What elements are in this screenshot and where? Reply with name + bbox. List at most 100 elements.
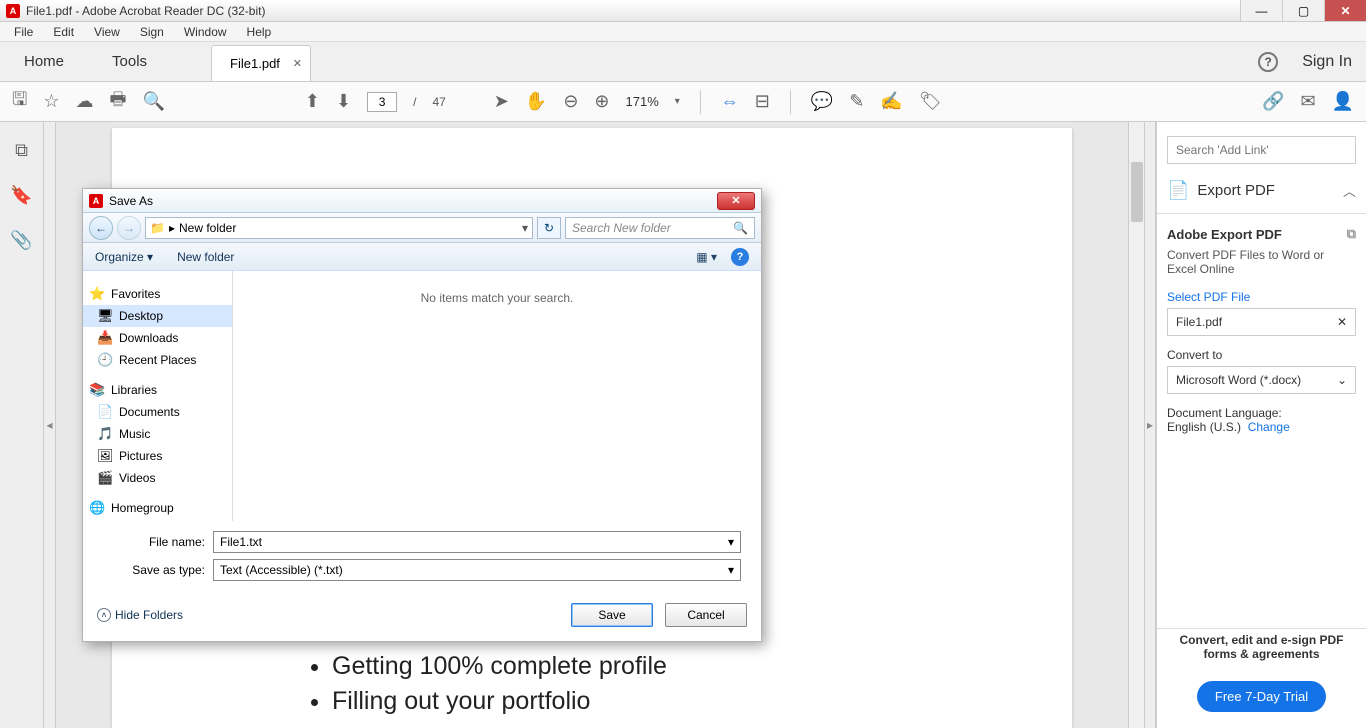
selected-file-box[interactable]: File1.pdf ✕ <box>1167 308 1356 336</box>
expand-right-handle[interactable]: ▸ <box>1144 122 1156 728</box>
breadcrumb-separator: ▸ <box>169 221 175 235</box>
free-trial-button[interactable]: Free 7-Day Trial <box>1197 681 1326 712</box>
dropdown-icon[interactable]: ▾ <box>728 563 734 577</box>
tree-homegroup[interactable]: 🌐Homegroup <box>83 497 232 519</box>
scrollbar-thumb[interactable] <box>1131 162 1143 222</box>
menu-file[interactable]: File <box>4 23 43 41</box>
clear-file-icon[interactable]: ✕ <box>1337 315 1347 329</box>
comment-icon[interactable]: 💬 <box>811 91 833 112</box>
export-brand: Adobe Export PDF <box>1167 227 1282 242</box>
star-icon: ⭐ <box>89 286 105 302</box>
bookmark-icon[interactable]: 🔖 <box>10 185 32 206</box>
read-mode-icon[interactable]: ⊟ <box>755 91 770 112</box>
breadcrumb[interactable]: 📁 ▸ New folder ▾ <box>145 217 533 239</box>
cancel-button[interactable]: Cancel <box>665 603 747 627</box>
save-as-dialog: A Save As ✕ ← → 📁 ▸ New folder ▾ ↻ Searc… <box>82 188 762 642</box>
nav-home[interactable]: Home <box>0 41 88 81</box>
filename-input[interactable]: File1.txt ▾ <box>213 531 741 553</box>
dialog-close-button[interactable]: ✕ <box>717 192 755 210</box>
export-description: Convert PDF Files to Word or Excel Onlin… <box>1167 248 1356 276</box>
tree-documents[interactable]: 📄Documents <box>83 401 232 423</box>
promo-tagline: Convert, edit and e-sign PDF forms & agr… <box>1157 629 1366 665</box>
tree-music[interactable]: 🎵Music <box>83 423 232 445</box>
magnify-icon[interactable]: 🔍 <box>142 91 164 112</box>
view-mode-button[interactable]: ▦ ▾ <box>696 250 717 264</box>
zoom-level[interactable]: 171% <box>626 94 659 109</box>
hide-folders-toggle[interactable]: ˄ Hide Folders <box>97 608 183 622</box>
tree-libraries[interactable]: 📚Libraries <box>83 379 232 401</box>
sign-in-link[interactable]: Sign In <box>1302 53 1352 71</box>
chevron-up-icon[interactable]: ︿ <box>1343 181 1356 200</box>
dialog-help-icon[interactable]: ? <box>731 248 749 266</box>
zoom-out-icon[interactable]: ⊖ <box>563 91 578 112</box>
star-icon[interactable]: ☆ <box>43 91 59 112</box>
profile-icon[interactable]: 👤 <box>1332 91 1354 112</box>
save-button[interactable]: Save <box>571 603 653 627</box>
save-icon[interactable]: 🖫 <box>12 87 27 117</box>
page-up-icon[interactable]: ⬆ <box>305 91 320 112</box>
fit-width-icon[interactable]: ⇔ <box>721 91 739 112</box>
menu-help[interactable]: Help <box>237 23 282 41</box>
menu-sign[interactable]: Sign <box>130 23 174 41</box>
nav-tools[interactable]: Tools <box>88 41 171 81</box>
tree-downloads[interactable]: 📥Downloads <box>83 327 232 349</box>
organize-menu[interactable]: Organize ▾ <box>95 250 153 264</box>
downloads-icon: 📥 <box>97 330 113 346</box>
thumbnails-icon[interactable]: ⧉ <box>15 140 28 161</box>
savetype-value: Text (Accessible) (*.txt) <box>220 563 343 577</box>
new-folder-button[interactable]: New folder <box>177 250 234 264</box>
nav-back-button[interactable]: ← <box>89 216 113 240</box>
help-icon[interactable]: ? <box>1258 52 1278 72</box>
nav-forward-button[interactable]: → <box>117 216 141 240</box>
tree-desktop[interactable]: 🖥Desktop <box>83 305 232 327</box>
search-icon: 🔍 <box>733 221 748 235</box>
stamp-icon[interactable]: 🏷 <box>919 91 942 112</box>
dropdown-icon[interactable]: ▾ <box>728 535 734 549</box>
pointer-icon[interactable]: ➤ <box>494 91 509 112</box>
copy-icon[interactable]: ⧉ <box>1347 226 1356 242</box>
mail-icon[interactable]: ✉ <box>1300 91 1315 112</box>
tree-favorites[interactable]: ⭐Favorites <box>83 283 232 305</box>
dialog-toolbar: Organize ▾ New folder ▦ ▾ ? <box>83 243 761 271</box>
print-icon[interactable]: 🖶 <box>109 87 126 117</box>
page-down-icon[interactable]: ⬇ <box>336 91 351 112</box>
zoom-dropdown-icon[interactable]: ▾ <box>675 96 680 107</box>
doc-bullet: Filling out your portfolio <box>332 687 667 716</box>
page-number-input[interactable] <box>367 92 397 112</box>
zoom-in-icon[interactable]: ⊕ <box>594 91 609 112</box>
tools-search-input[interactable] <box>1167 136 1356 164</box>
highlight-icon[interactable]: ✎ <box>849 91 864 112</box>
savetype-select[interactable]: Text (Accessible) (*.txt) ▾ <box>213 559 741 581</box>
change-language-link[interactable]: Change <box>1248 420 1290 434</box>
tree-recent[interactable]: 🕘Recent Places <box>83 349 232 371</box>
window-close-button[interactable]: ✕ <box>1324 0 1366 21</box>
file-list-area[interactable]: No items match your search. <box>233 271 761 521</box>
expand-left-handle[interactable]: ◂ <box>44 122 56 728</box>
maximize-button[interactable]: ▢ <box>1282 0 1324 21</box>
breadcrumb-dropdown-icon[interactable]: ▾ <box>522 221 528 235</box>
link-icon[interactable]: 🔗 <box>1262 91 1284 112</box>
hand-icon[interactable]: ✋ <box>525 91 547 112</box>
refresh-button[interactable]: ↻ <box>537 217 561 239</box>
menu-window[interactable]: Window <box>174 23 237 41</box>
attachment-icon[interactable]: 📎 <box>10 230 32 251</box>
dialog-search-input[interactable]: Search New folder 🔍 <box>565 217 755 239</box>
convert-to-select[interactable]: Microsoft Word (*.docx) ⌄ <box>1167 366 1356 394</box>
minimize-button[interactable]: — <box>1240 0 1282 21</box>
menu-bar: File Edit View Sign Window Help <box>0 22 1366 42</box>
dialog-search-placeholder: Search New folder <box>572 221 671 235</box>
menu-edit[interactable]: Edit <box>43 23 84 41</box>
sign-icon[interactable]: ✍ <box>880 91 902 112</box>
tab-close-icon[interactable]: ✕ <box>293 57 302 70</box>
tree-videos[interactable]: 🎬Videos <box>83 467 232 489</box>
dialog-app-icon: A <box>89 194 103 208</box>
doc-language-value: English (U.S.) <box>1167 420 1241 434</box>
main-toolbar: 🖫 ☆ ☁ 🖶 🔍 ⬆ ⬇ / 47 ➤ ✋ ⊖ ⊕ 171% ▾ ⇔ ⊟ 💬 … <box>0 82 1366 122</box>
menu-view[interactable]: View <box>84 23 130 41</box>
libraries-icon: 📚 <box>89 382 105 398</box>
cloud-icon[interactable]: ☁ <box>75 91 93 112</box>
export-pdf-header[interactable]: 📄 Export PDF ︿ <box>1157 174 1366 214</box>
vertical-scrollbar[interactable] <box>1128 122 1144 728</box>
tab-document[interactable]: File1.pdf ✕ <box>211 45 311 81</box>
tree-pictures[interactable]: 🖼Pictures <box>83 445 232 467</box>
